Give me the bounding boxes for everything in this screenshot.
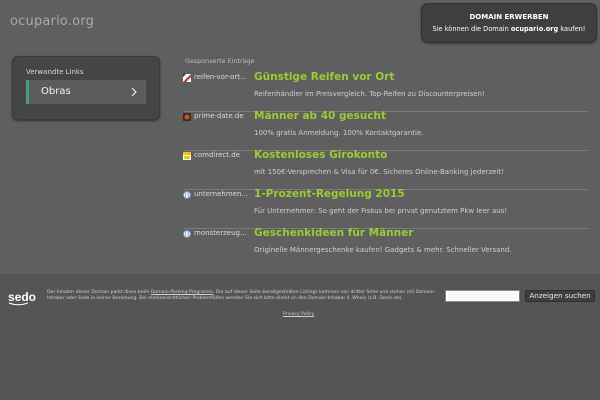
- buy-sub-suffix: kaufen!: [558, 25, 586, 33]
- buy-sub-domain: ocupario.org: [510, 25, 559, 33]
- ad-description: Reifenhändler im Preisvergleich. Top-Rei…: [254, 90, 485, 98]
- ad-description: 100% gratis Anmeldung. 100% Kontaktgaran…: [254, 129, 424, 137]
- privacy-policy-link[interactable]: Privacy Policy: [283, 312, 314, 317]
- disclaimer-text: Der Inhaber dieser Domain parkt diese be…: [47, 290, 437, 302]
- sponsored-title: Gesponserte Einträge: [185, 57, 255, 65]
- globe-favicon-icon: [183, 191, 191, 199]
- ad-item: prime-date.de Männer ab 40 gesucht 100% …: [183, 110, 588, 151]
- ad-description: Für Unternehmer: So geht der Fiskus bei …: [254, 207, 508, 215]
- tire-favicon-icon: [183, 74, 191, 82]
- ad-headline-link[interactable]: Kostenloses Girokonto: [254, 149, 387, 161]
- ad-description: mit 150€-Versprechen & Visa für 0€. Sich…: [254, 168, 504, 176]
- search-button[interactable]: Anzeigen suchen: [525, 290, 595, 302]
- ad-headline-link[interactable]: Günstige Reifen vor Ort: [254, 71, 394, 83]
- comdirect-favicon-icon: [183, 152, 191, 160]
- sedo-logo-text: sedo: [8, 290, 36, 304]
- ad-headline-link[interactable]: Männer ab 40 gesucht: [254, 110, 386, 122]
- buy-domain-title[interactable]: DOMAIN ERWERBEN: [422, 13, 596, 21]
- buy-domain-subtitle[interactable]: Sie können die Domain ocupario.org kaufe…: [422, 25, 596, 33]
- ad-domain-link[interactable]: unternehmen...: [194, 190, 254, 198]
- prime-date-favicon-icon: [183, 113, 191, 121]
- related-links-title: Verwandte Links: [26, 68, 84, 76]
- search-input[interactable]: [445, 290, 520, 302]
- ad-item: monsterzeug... Geschenkideen für Männer …: [183, 227, 588, 268]
- ad-headline-link[interactable]: 1-Prozent-Regelung 2015: [254, 188, 405, 200]
- chevron-right-icon: [131, 87, 137, 97]
- related-link-label: Obras: [41, 86, 71, 97]
- domain-title: ocupario.org: [10, 14, 95, 29]
- related-link-obras[interactable]: Obras: [26, 80, 146, 104]
- disclaimer-part-1: Der Inhaber dieser Domain parkt diese be…: [47, 290, 151, 295]
- domain-parking-link[interactable]: Domain-Parking-Programm: [151, 290, 213, 295]
- buy-domain-box[interactable]: DOMAIN ERWERBEN Sie können die Domain oc…: [422, 4, 596, 42]
- globe-favicon-icon: [183, 230, 191, 238]
- ad-item: reifen-vor-ort... Günstige Reifen vor Or…: [183, 71, 588, 112]
- main-area: ocupario.org DOMAIN ERWERBEN Sie können …: [0, 0, 600, 274]
- ad-domain-link[interactable]: monsterzeug...: [194, 229, 254, 237]
- ad-domain-link[interactable]: comdirect.de: [194, 151, 254, 159]
- ad-item: unternehmen... 1-Prozent-Regelung 2015 F…: [183, 188, 588, 229]
- related-links-box: Verwandte Links Obras: [12, 56, 160, 120]
- ad-domain-link[interactable]: prime-date.de: [194, 112, 254, 120]
- ad-headline-link[interactable]: Geschenkideen für Männer: [254, 227, 413, 239]
- ad-domain-link[interactable]: reifen-vor-ort...: [194, 73, 254, 81]
- ad-description: Originelle Männergeschenke kaufen! Gadge…: [254, 246, 512, 254]
- ad-item: comdirect.de Kostenloses Girokonto mit 1…: [183, 149, 588, 190]
- buy-sub-prefix: Sie können die Domain: [432, 25, 511, 33]
- sedo-logo: sedo: [8, 290, 36, 306]
- footer: sedo Der Inhaber dieser Domain parkt die…: [0, 274, 600, 400]
